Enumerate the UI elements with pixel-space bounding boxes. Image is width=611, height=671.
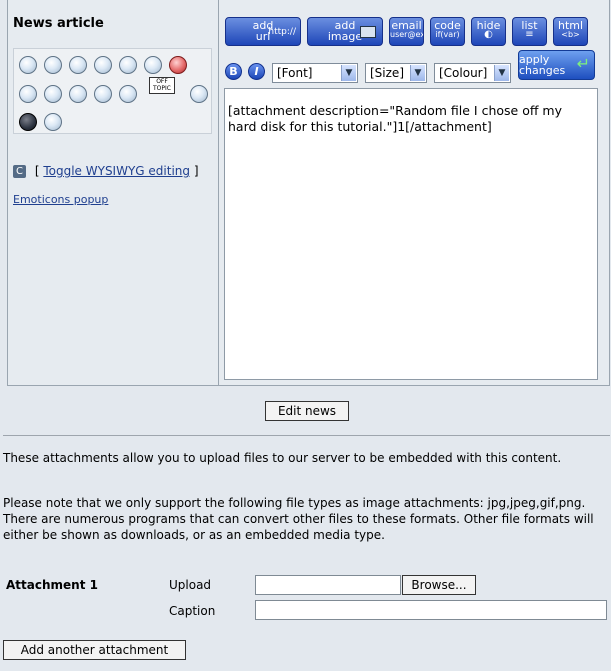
list-button[interactable]: list ≡ [512,17,547,46]
offtopic-sign-icon[interactable]: OFF TOPIC [149,77,175,94]
emoticon-blink-icon[interactable] [44,113,62,131]
toggle-prefix: [ [34,164,40,178]
add-url-button[interactable]: add url http:// [225,17,301,46]
hide-icon: ◐ [484,29,493,40]
emoticon-love-icon[interactable] [169,56,187,74]
font-select[interactable]: [Font] ▼ [272,63,358,83]
attachment-info-paragraph-2: Please note that we only support the fol… [3,496,594,542]
wysiwyg-toggle-row: C [ Toggle WYSIWYG editing ] [13,164,199,178]
code-label-bottom: if(var) [435,30,460,39]
caption-label: Caption [169,604,216,618]
italic-button[interactable]: I [248,63,265,80]
upload-label: Upload [169,578,212,592]
caption-input[interactable] [255,600,607,620]
size-select-value: [Size] [370,66,404,80]
emoticon-smile-icon[interactable] [19,56,37,74]
emoticon-confused-icon[interactable] [69,85,87,103]
upload-input[interactable] [255,575,401,595]
toggle-suffix: ] [193,164,199,178]
emoticon-sad-icon[interactable] [44,85,62,103]
colour-select-value: [Colour] [439,66,488,80]
hide-button[interactable]: hide ◐ [471,17,506,46]
size-select[interactable]: [Size] ▼ [365,63,427,83]
emoticon-wind-icon[interactable] [119,85,137,103]
email-label-bottom: user@ex [390,30,424,39]
emoticon-glasses-icon[interactable] [19,85,37,103]
article-textarea[interactable]: [attachment description="Random file I c… [224,88,598,380]
section-title: News article [13,16,104,31]
chevron-down-icon: ▼ [410,65,425,81]
emoticon-cool-icon[interactable] [144,56,162,74]
email-button[interactable]: email user@ex [389,17,424,46]
add-image-button[interactable]: add image [307,17,383,46]
code-button[interactable]: code if(var) [430,17,465,46]
editor-left-divider [218,0,219,386]
apply-label-bottom: changes [519,64,566,77]
attachment-title: Attachment 1 [6,578,98,592]
emoticon-panel: OFF TOPIC [13,48,212,134]
emoticon-wink-icon[interactable] [119,56,137,74]
add-url-extra: http:// [268,27,296,37]
toggle-wysiwyg-link[interactable]: Toggle WYSIWYG editing [43,164,190,178]
bold-button[interactable]: B [225,63,242,80]
chevron-down-icon: ▼ [494,65,509,81]
emoticon-alert-icon[interactable] [190,85,208,103]
list-icon: ≡ [525,29,534,40]
colour-select[interactable]: [Colour] ▼ [434,63,511,83]
html-label-bottom: <b> [561,30,580,39]
emoticon-tongue-icon[interactable] [94,56,112,74]
wysiwyg-toggle-icon[interactable]: C [13,165,26,178]
attachment-info-paragraph-1: These attachments allow you to upload fi… [3,451,562,465]
emoticon-unsure-icon[interactable] [69,56,87,74]
chevron-down-icon: ▼ [341,65,356,81]
emoticon-laugh-icon[interactable] [44,56,62,74]
section-divider [3,435,610,436]
enter-arrow-icon: ↵ [576,54,590,73]
html-button[interactable]: html <b> [553,17,588,46]
add-image-label-bottom: image [327,30,363,43]
edit-news-button[interactable]: Edit news [265,401,349,421]
apply-changes-button[interactable]: apply changes ↵ [518,50,595,80]
font-select-value: [Font] [277,66,313,80]
camera-icon [360,26,376,38]
emoticons-popup-link[interactable]: Emoticons popup [13,193,108,206]
emoticon-thinking-icon[interactable] [94,85,112,103]
browse-button[interactable]: Browse... [402,575,476,595]
add-another-attachment-button[interactable]: Add another attachment [3,640,186,660]
emoticon-shocked-icon[interactable] [19,113,37,131]
top-cut-text: irreversible [225,0,282,3]
